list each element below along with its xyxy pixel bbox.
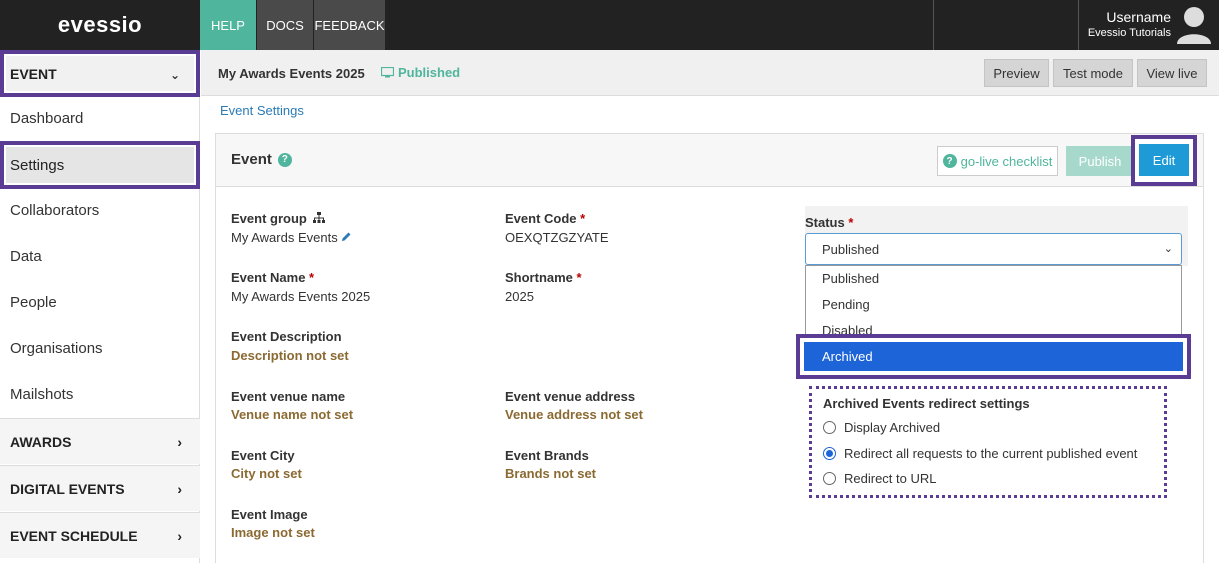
- breadcrumb[interactable]: Event Settings: [220, 103, 304, 118]
- question-icon: ?: [942, 154, 957, 168]
- archived-redirect-settings: Archived Events redirect settings Displa…: [809, 386, 1167, 498]
- sidebar-item-organisations[interactable]: Organisations: [10, 340, 103, 357]
- sidebar-item-people[interactable]: People: [10, 294, 57, 311]
- radio-label: Redirect to URL: [844, 471, 937, 486]
- pencil-icon[interactable]: [341, 231, 352, 242]
- status-option-archived[interactable]: Archived: [804, 342, 1183, 371]
- description-value: Description not set: [231, 348, 349, 363]
- event-title: My Awards Events 2025: [218, 66, 365, 81]
- status-option-pending[interactable]: Pending: [822, 297, 870, 312]
- sidebar-section-digital-events[interactable]: DIGITAL EVENTS ›: [0, 465, 200, 511]
- brands-label: Event Brands: [505, 448, 589, 463]
- status-selected-value: Published: [822, 241, 880, 257]
- chevron-down-icon: ⌄: [1163, 243, 1173, 255]
- description-label: Event Description: [231, 329, 342, 344]
- monitor-icon: [381, 67, 394, 78]
- help-icon[interactable]: ?: [277, 152, 292, 167]
- sidebar-section-label: EVENT SCHEDULE: [10, 527, 138, 544]
- redirect-option-current-published[interactable]: Redirect all requests to the current pub…: [823, 446, 1137, 461]
- sidebar-section-label: DIGITAL EVENTS: [10, 480, 125, 497]
- chevron-down-icon: ⌄: [169, 68, 180, 82]
- event-code-label: Event Code *: [505, 211, 586, 226]
- event-name-label: Event Name *: [231, 270, 315, 285]
- status-option-published[interactable]: Published: [822, 271, 879, 286]
- hierarchy-icon: [313, 212, 326, 223]
- shortname-label: Shortname *: [505, 270, 582, 285]
- radio-label: Redirect all requests to the current pub…: [844, 446, 1138, 461]
- event-header: My Awards Events 2025 Published Preview …: [201, 50, 1219, 96]
- sidebar-section-label: AWARDS: [10, 433, 72, 450]
- sidebar-section-event-schedule[interactable]: EVENT SCHEDULE ›: [0, 512, 200, 558]
- sidebar-item-label: Settings: [6, 147, 194, 183]
- venue-name-value: Venue name not set: [231, 407, 354, 422]
- top-bar: evessio HELP DOCS FEEDBACK Username Eves…: [0, 0, 1219, 50]
- redirect-title: Archived Events redirect settings: [823, 396, 1030, 411]
- publish-button[interactable]: Publish: [1066, 146, 1134, 176]
- sidebar: EVENT ⌄ Dashboard Settings Collaborators…: [0, 50, 200, 563]
- sidebar-section-awards[interactable]: AWARDS ›: [0, 418, 200, 464]
- preview-button[interactable]: Preview: [984, 59, 1049, 87]
- chevron-right-icon: ›: [177, 480, 182, 497]
- event-code-value: OEXQTZGZYATE: [505, 230, 609, 245]
- go-live-checklist-button[interactable]: ? go-live checklist: [937, 146, 1058, 176]
- panel-title: Event ?: [231, 151, 292, 168]
- help-tab[interactable]: HELP: [200, 0, 256, 50]
- city-value: City not set: [231, 466, 302, 481]
- topbar-divider: [933, 0, 934, 50]
- venue-address-label: Event venue address: [505, 389, 636, 404]
- chevron-right-icon: ›: [177, 527, 182, 544]
- status-select[interactable]: Published ⌄: [805, 233, 1182, 265]
- shortname-value: 2025: [505, 289, 534, 304]
- test-mode-button[interactable]: Test mode: [1053, 59, 1133, 87]
- sidebar-item-settings[interactable]: Settings: [0, 141, 200, 189]
- chevron-right-icon: ›: [177, 433, 182, 450]
- venue-address-value: Venue address not set: [505, 407, 643, 422]
- image-label: Event Image: [231, 507, 308, 522]
- radio-button[interactable]: [823, 421, 836, 434]
- user-name: Username: [1106, 9, 1171, 25]
- sidebar-item-collaborators[interactable]: Collaborators: [10, 202, 99, 219]
- brands-value: Brands not set: [505, 466, 597, 481]
- status-badge: Published: [381, 65, 460, 80]
- event-group-label: Event group: [231, 211, 326, 226]
- city-label: Event City: [231, 448, 295, 463]
- sidebar-item-dashboard[interactable]: Dashboard: [10, 110, 83, 127]
- image-value: Image not set: [231, 525, 315, 540]
- user-menu[interactable]: Username Evessio Tutorials: [1088, 9, 1171, 41]
- radio-button-selected[interactable]: [823, 447, 836, 460]
- venue-name-label: Event venue name: [231, 389, 346, 404]
- docs-tab[interactable]: DOCS: [257, 0, 313, 50]
- avatar-icon[interactable]: [1175, 4, 1213, 44]
- status-label: Status *: [805, 215, 854, 230]
- sidebar-item-data[interactable]: Data: [10, 248, 42, 265]
- logo[interactable]: evessio: [0, 0, 200, 50]
- panel-header: Event ? ? go-live checklist Publish Edit: [216, 134, 1203, 187]
- panel-title-text: Event: [231, 151, 272, 168]
- status-field: Status * Published ⌄: [805, 206, 1188, 266]
- radio-button[interactable]: [823, 472, 836, 485]
- redirect-option-url[interactable]: Redirect to URL: [823, 471, 936, 486]
- radio-label: Display Archived: [844, 420, 941, 435]
- redirect-option-display-archived[interactable]: Display Archived: [823, 420, 940, 435]
- event-group-value: My Awards Events: [231, 230, 352, 245]
- user-org: Evessio Tutorials: [1087, 27, 1171, 39]
- sidebar-event-label: EVENT: [10, 65, 57, 82]
- edit-highlight: Edit: [1131, 135, 1197, 186]
- edit-button[interactable]: Edit: [1139, 144, 1189, 176]
- sidebar-item-mailshots[interactable]: Mailshots: [10, 386, 73, 403]
- event-name-value: My Awards Events 2025: [231, 289, 371, 304]
- view-live-button[interactable]: View live: [1137, 59, 1207, 87]
- topbar-divider: [1078, 0, 1079, 50]
- sidebar-event-toggle[interactable]: EVENT ⌄: [0, 50, 200, 97]
- status-text: Published: [398, 65, 461, 80]
- archived-highlight: Archived: [796, 334, 1191, 379]
- go-live-label: go-live checklist: [960, 153, 1053, 169]
- feedback-tab[interactable]: FEEDBACK: [314, 0, 385, 50]
